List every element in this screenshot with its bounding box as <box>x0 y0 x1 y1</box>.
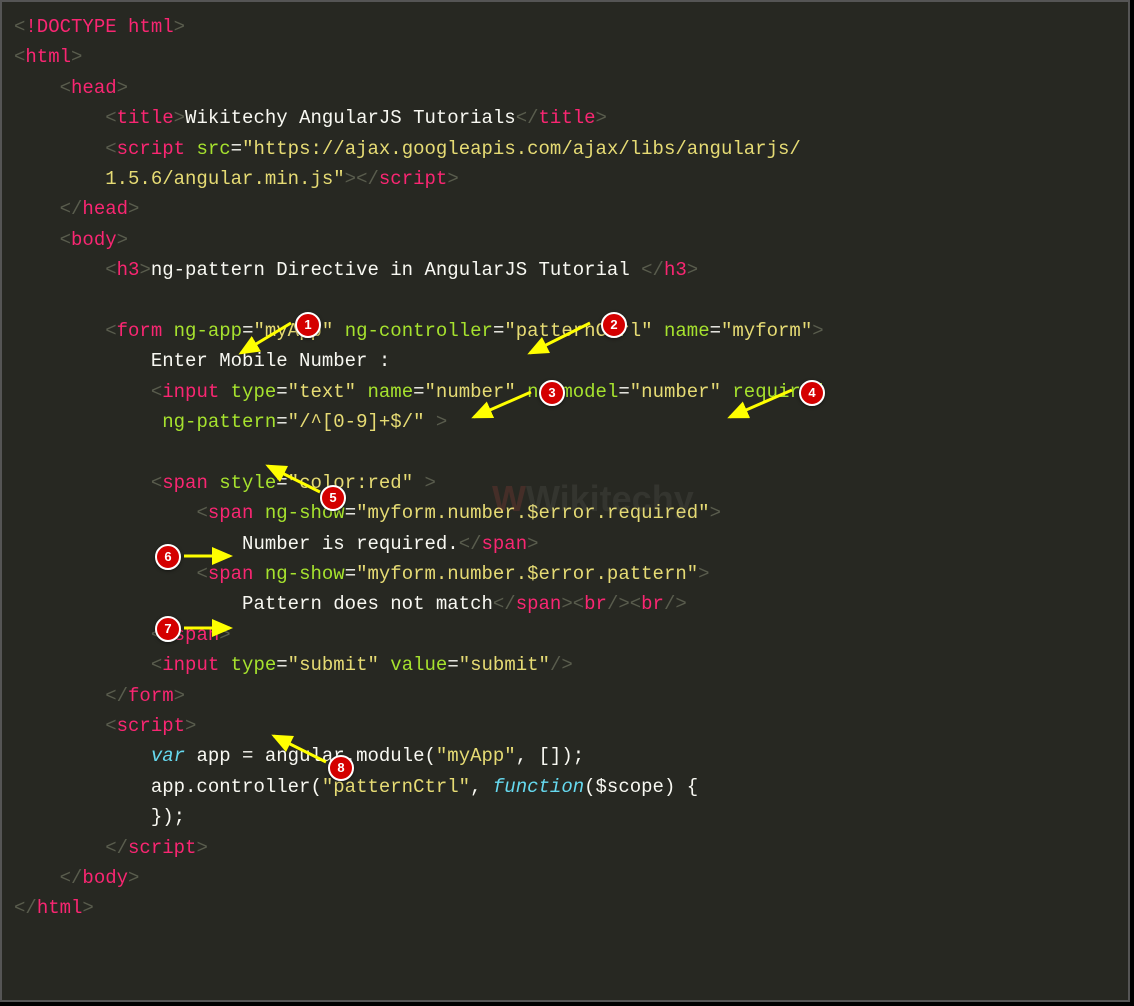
annotation-badge-6: 6 <box>155 544 181 570</box>
body-open: body <box>71 229 117 251</box>
label-text: Enter Mobile Number : <box>151 350 390 372</box>
head-open: head <box>71 77 117 99</box>
annotation-badge-1: 1 <box>295 312 321 338</box>
doctype-tag: !DOCTYPE html <box>25 16 173 38</box>
annotation-badge-2: 2 <box>601 312 627 338</box>
h3-open: h3 <box>117 259 140 281</box>
html-open: html <box>25 46 71 68</box>
body-close: body <box>82 867 128 889</box>
annotation-badge-7: 7 <box>155 616 181 642</box>
annotation-badge-5: 5 <box>320 485 346 511</box>
annotation-badge-3: 3 <box>539 380 565 406</box>
span-open: span <box>162 472 208 494</box>
annotation-badge-8: 8 <box>328 755 354 781</box>
form-close: form <box>128 685 174 707</box>
form-open: form <box>117 320 163 342</box>
head-close: head <box>82 198 128 220</box>
code-editor: <!DOCTYPE html> <html> <head> <title>Wik… <box>0 0 1130 1002</box>
html-close: html <box>37 897 83 919</box>
title-open: title <box>117 107 174 129</box>
h3-text: ng-pattern Directive in AngularJS Tutori… <box>151 259 641 281</box>
script-open: script <box>117 138 185 160</box>
annotation-badge-4: 4 <box>799 380 825 406</box>
input-open: input <box>162 381 219 403</box>
title-text: Wikitechy AngularJS Tutorials <box>185 107 516 129</box>
